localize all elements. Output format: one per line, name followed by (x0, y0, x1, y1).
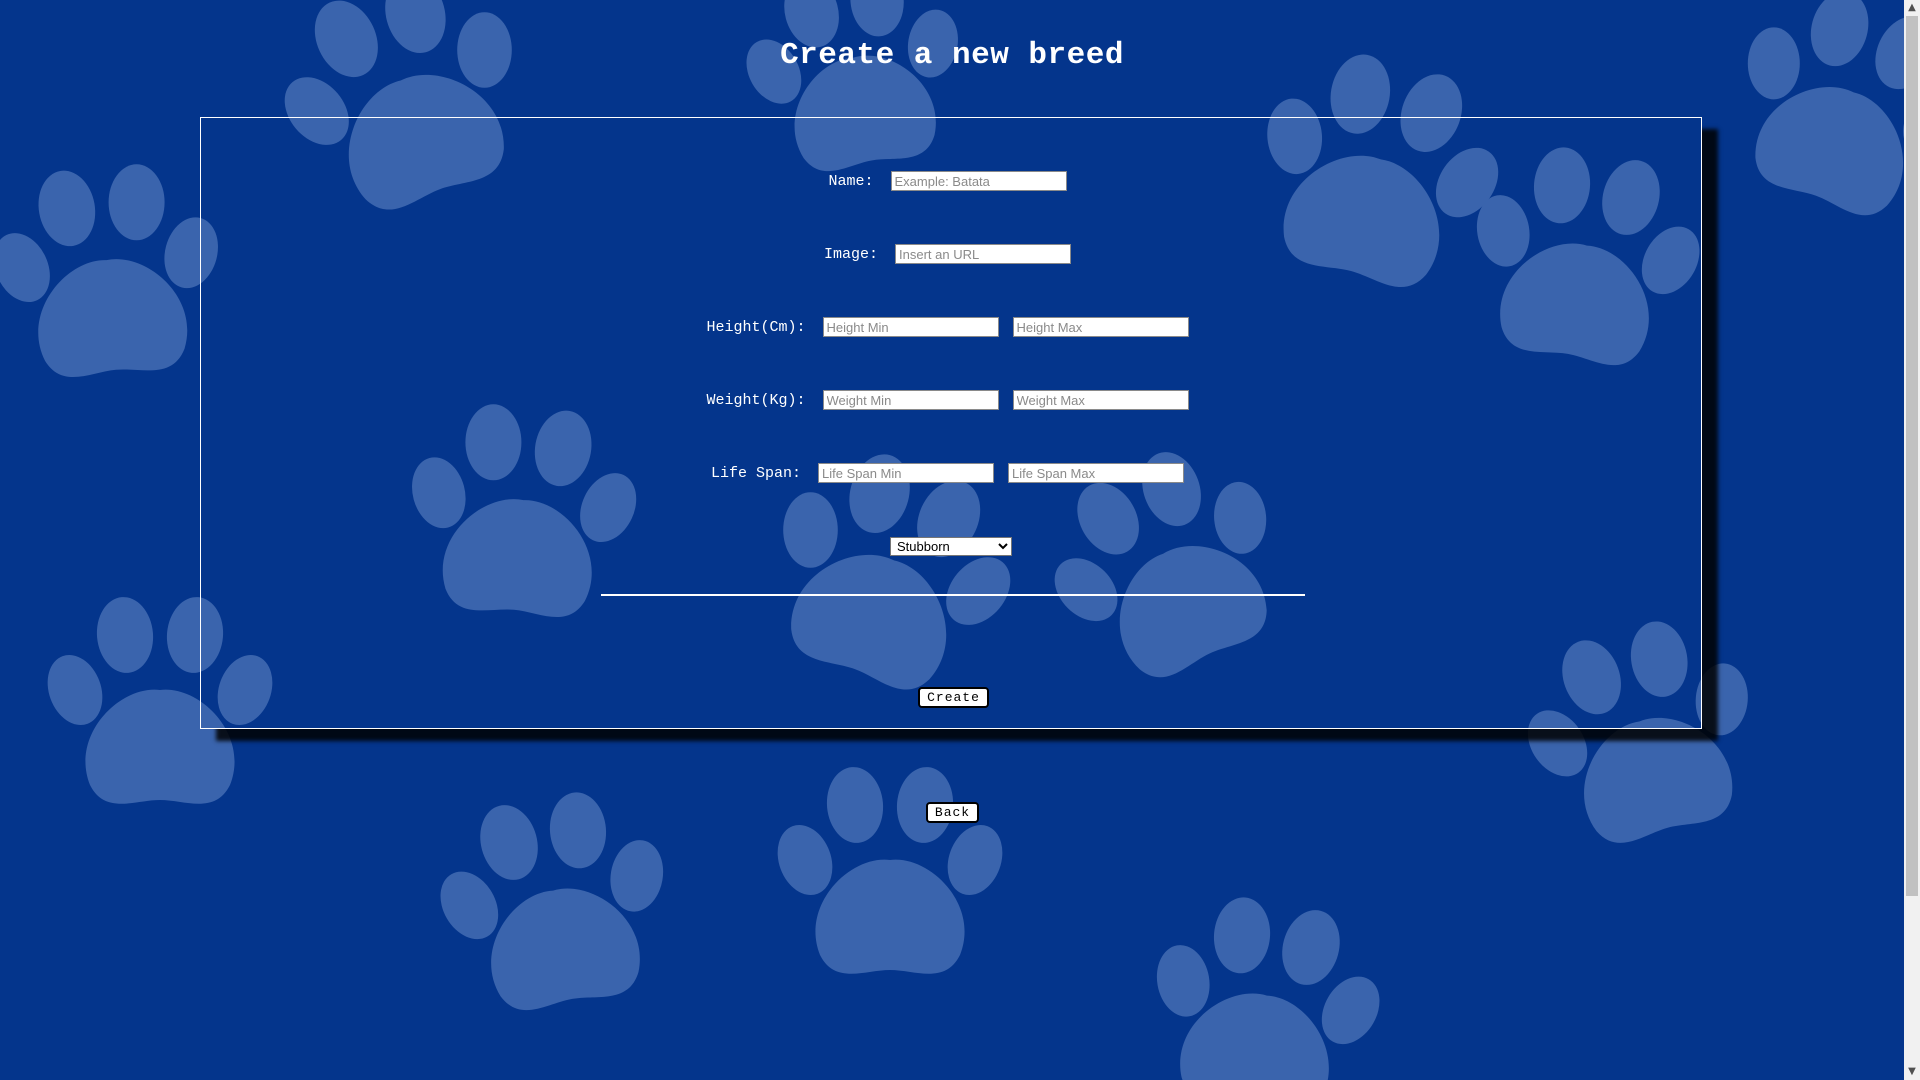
vertical-scrollbar[interactable]: ▲ ▼ (1904, 0, 1920, 1080)
weight-label: Weight(Kg): (706, 391, 806, 409)
weight-row: Weight(Kg): (201, 389, 1701, 411)
back-button[interactable]: Back (926, 802, 979, 823)
life-span-label: Life Span: (710, 464, 801, 482)
create-button[interactable]: Create (918, 687, 989, 708)
height-max-input[interactable] (1012, 317, 1189, 337)
name-label: Name: (828, 172, 874, 190)
height-min-input[interactable] (822, 317, 999, 337)
temperament-select[interactable]: Stubborn (890, 536, 1012, 556)
image-url-input[interactable] (895, 244, 1071, 264)
life-span-row: Life Span: (201, 462, 1701, 484)
scroll-down-arrow-icon[interactable]: ▼ (1904, 1064, 1920, 1080)
image-row: Image: (201, 243, 1701, 265)
weight-max-input[interactable] (1012, 390, 1189, 410)
scroll-up-arrow-icon[interactable]: ▲ (1904, 0, 1920, 16)
create-breed-page: Create a new breed Name: Image: Height(C… (0, 0, 1904, 1080)
life-span-min-input[interactable] (818, 463, 994, 483)
create-breed-form: Name: Image: Height(Cm): Weight(Kg): Lif… (200, 117, 1702, 729)
weight-min-input[interactable] (822, 390, 999, 410)
height-label: Height(Cm): (706, 318, 806, 336)
page-title: Create a new breed (780, 38, 1124, 73)
life-span-max-input[interactable] (1008, 463, 1184, 483)
temperament-row: Stubborn (201, 535, 1701, 557)
name-row: Name: (201, 170, 1701, 192)
image-label: Image: (823, 245, 878, 263)
height-row: Height(Cm): (201, 316, 1701, 338)
name-input[interactable] (890, 171, 1067, 191)
scrollbar-thumb[interactable] (1906, 16, 1918, 896)
form-divider (601, 594, 1305, 596)
